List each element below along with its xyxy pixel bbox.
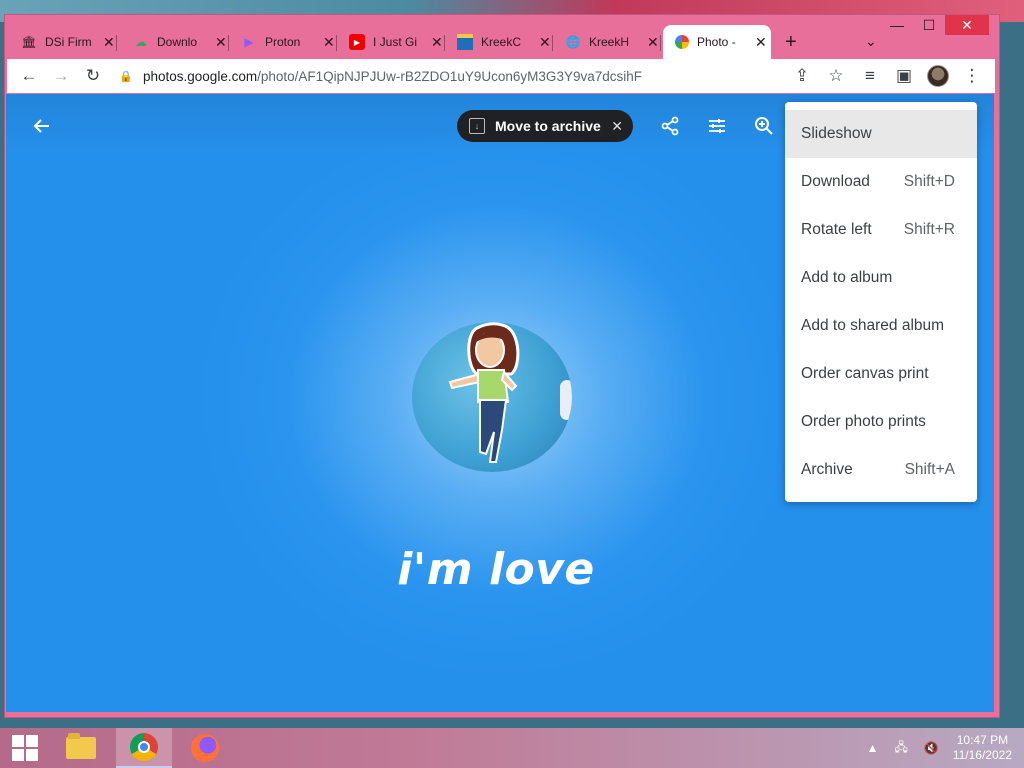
kreek-icon xyxy=(457,34,473,50)
share-icon[interactable] xyxy=(656,114,684,138)
menu-item-rotate-left[interactable]: Rotate left Shift+R xyxy=(785,206,977,254)
firefox-icon xyxy=(191,734,219,762)
tab-download[interactable]: ☁ Downlo ✕ xyxy=(121,27,229,57)
close-icon[interactable]: ✕ xyxy=(215,34,227,51)
menu-item-label: Add to album xyxy=(801,269,893,286)
close-icon[interactable]: ✕ xyxy=(539,34,551,51)
new-tab-button[interactable]: + xyxy=(785,31,797,54)
menu-item-label: Order photo prints xyxy=(801,413,926,430)
reload-icon[interactable]: ↻ xyxy=(77,61,109,91)
address-bar[interactable]: 🔒 photos.google.com/photo/AF1QipNJPJUw-r… xyxy=(119,63,799,89)
tab-kreekh[interactable]: 🌐 KreekH ✕ xyxy=(553,27,661,57)
menu-item-download[interactable]: Download Shift+D xyxy=(785,158,977,206)
menu-item-add-to-shared-album[interactable]: Add to shared album xyxy=(785,302,977,350)
system-tray: ▲ 🖧 🔇 10:47 PM 11/16/2022 xyxy=(859,728,1024,768)
browser-menu-icon[interactable]: ⋮ xyxy=(957,61,987,91)
close-icon[interactable]: ✕ xyxy=(755,34,767,51)
bookmark-star-icon[interactable]: ☆ xyxy=(821,61,851,91)
tab-search-chevron-icon[interactable]: ⌄ xyxy=(865,33,877,50)
back-icon[interactable]: ← xyxy=(13,61,45,91)
reading-list-icon[interactable]: ≡ xyxy=(855,61,885,91)
clock[interactable]: 10:47 PM 11/16/2022 xyxy=(953,733,1012,763)
zoom-in-icon[interactable] xyxy=(750,114,778,138)
window-controls: — ☐ ✕ xyxy=(881,15,989,35)
folder-icon xyxy=(66,733,96,759)
tab-title: Downlo xyxy=(157,35,198,49)
tab-title: Proton xyxy=(265,35,301,49)
cartoon-girl-illustration xyxy=(448,322,520,463)
windows-logo-icon xyxy=(12,735,38,761)
tab-youtube[interactable]: ▶ I Just Gi ✕ xyxy=(337,27,445,57)
more-options-menu: Slideshow Download Shift+D Rotate left S… xyxy=(785,102,977,502)
tab-title: KreekC xyxy=(481,35,522,49)
edit-adjust-icon[interactable] xyxy=(703,114,731,138)
url-host: photos.google.com xyxy=(143,68,258,84)
volume-muted-icon[interactable]: 🔇 xyxy=(924,741,939,755)
menu-item-label: Archive xyxy=(801,461,853,478)
share-page-icon[interactable]: ⇪ xyxy=(787,61,817,91)
close-icon[interactable]: ✕ xyxy=(103,34,115,51)
menu-item-label: Slideshow xyxy=(801,125,872,142)
archive-chip-label: Move to archive xyxy=(495,118,601,134)
menu-item-label: Add to shared album xyxy=(801,317,945,334)
tab-title: Photo - xyxy=(697,35,736,49)
firefox-taskbar-icon[interactable] xyxy=(180,728,230,768)
bank-icon: 🏛 xyxy=(21,35,37,49)
windows-taskbar: ▲ 🖧 🔇 10:47 PM 11/16/2022 xyxy=(0,728,1024,768)
google-photos-icon xyxy=(675,35,689,49)
start-button[interactable] xyxy=(0,728,50,768)
menu-item-label: Order canvas print xyxy=(801,365,929,382)
show-hidden-icons-chevron-icon[interactable]: ▲ xyxy=(867,741,879,755)
tab-title: I Just Gi xyxy=(373,35,418,49)
chrome-icon xyxy=(130,733,158,761)
tab-kreekc[interactable]: KreekC ✕ xyxy=(445,27,553,57)
back-arrow-icon[interactable] xyxy=(28,114,56,138)
tab-strip: 🏛 DSi Firm ✕ ☁ Downlo ✕ ▶ Proton ✕ ▶ I J… xyxy=(5,15,999,59)
tab-title: DSi Firm xyxy=(45,35,92,49)
avatar xyxy=(927,65,949,87)
tab-proton[interactable]: ▶ Proton ✕ xyxy=(229,27,337,57)
move-to-archive-chip[interactable]: ↓ Move to archive ✕ xyxy=(457,110,633,142)
menu-item-label: Rotate left xyxy=(801,221,872,238)
chrome-taskbar-icon[interactable] xyxy=(116,728,172,768)
clock-time: 10:47 PM xyxy=(956,733,1009,747)
profile-avatar[interactable] xyxy=(923,61,953,91)
side-panel-icon[interactable]: ▣ xyxy=(889,61,919,91)
url-path: /photo/AF1QipNJPJUw-rB2ZDO1uY9Ucon6yM3G3… xyxy=(257,68,642,84)
photo-caption-text: i'm love xyxy=(397,544,595,595)
tab-title: KreekH xyxy=(589,35,630,49)
menu-item-order-photo-prints[interactable]: Order photo prints xyxy=(785,398,977,446)
maximize-button[interactable]: ☐ xyxy=(913,15,945,35)
menu-item-label: Download xyxy=(801,173,870,190)
youtube-icon: ▶ xyxy=(349,34,365,50)
archive-icon: ↓ xyxy=(469,118,485,134)
close-icon[interactable]: ✕ xyxy=(323,34,335,51)
toolbar-actions: ⇪ ☆ ≡ ▣ ⋮ xyxy=(787,61,987,91)
cloud-icon: ☁ xyxy=(135,35,147,49)
proton-icon: ▶ xyxy=(244,35,254,49)
lock-icon: 🔒 xyxy=(119,70,133,83)
network-icon[interactable]: 🖧 xyxy=(894,738,907,759)
menu-item-archive[interactable]: Archive Shift+A xyxy=(785,446,977,494)
globe-icon: 🌐 xyxy=(565,35,581,49)
close-window-button[interactable]: ✕ xyxy=(945,15,989,35)
menu-item-shortcut: Shift+R xyxy=(903,221,955,238)
file-explorer-taskbar-icon[interactable] xyxy=(56,728,106,768)
close-icon[interactable]: ✕ xyxy=(431,34,443,51)
menu-item-slideshow[interactable]: Slideshow xyxy=(785,110,977,158)
tab-photo-active[interactable]: Photo - ✕ xyxy=(663,25,771,59)
close-icon[interactable]: ✕ xyxy=(647,34,659,51)
clock-date: 11/16/2022 xyxy=(952,748,1012,762)
close-icon[interactable]: ✕ xyxy=(611,118,623,135)
menu-item-shortcut: Shift+D xyxy=(903,173,955,190)
minimize-button[interactable]: — xyxy=(881,15,913,35)
tab-dsi[interactable]: 🏛 DSi Firm ✕ xyxy=(9,27,117,57)
menu-item-order-canvas-print[interactable]: Order canvas print xyxy=(785,350,977,398)
forward-icon[interactable]: → xyxy=(45,61,77,91)
menu-item-add-to-album[interactable]: Add to album xyxy=(785,254,977,302)
browser-toolbar: ← → ↻ 🔒 photos.google.com/photo/AF1QipNJ… xyxy=(7,59,995,93)
menu-item-shortcut: Shift+A xyxy=(904,461,955,478)
